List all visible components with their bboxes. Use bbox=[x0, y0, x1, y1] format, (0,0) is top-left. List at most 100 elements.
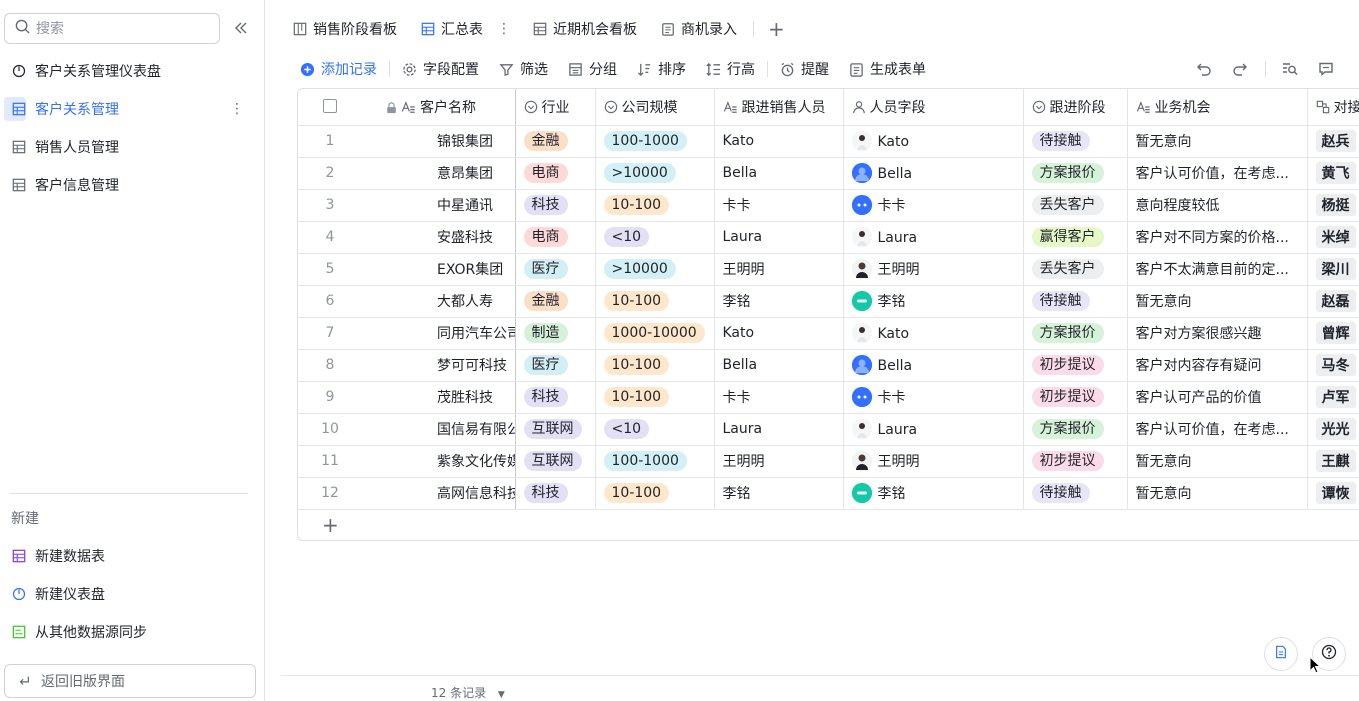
cell-opportunity[interactable]: 暂无意向 bbox=[1127, 125, 1308, 158]
cell-contact[interactable]: 谭恢 bbox=[1307, 477, 1359, 510]
column-header-industry[interactable]: 行业 bbox=[515, 89, 596, 126]
cell-industry[interactable]: 互联网 bbox=[515, 413, 596, 446]
cell-person-field[interactable]: Kato bbox=[843, 317, 1024, 350]
cell-company-size[interactable]: <10 bbox=[595, 413, 715, 446]
cell-contact[interactable]: 梁川 bbox=[1307, 253, 1359, 286]
cell-customer-name[interactable]: 同用汽车公司 bbox=[362, 317, 516, 350]
column-header-name[interactable]: 客户名称 bbox=[362, 89, 516, 126]
cell-stage[interactable]: 丢失客户 bbox=[1023, 253, 1128, 286]
cell-contact[interactable]: 马冬 bbox=[1307, 349, 1359, 382]
document-button[interactable] bbox=[1264, 637, 1298, 671]
column-header-contact[interactable]: 对接 bbox=[1307, 89, 1359, 126]
cell-customer-name[interactable]: 茂胜科技 bbox=[362, 381, 516, 414]
table-row[interactable]: 11 紫象文化传媒 互联网 100-1000 王明明 王明明 初步提议 暂无意向 王麒 bbox=[298, 445, 1359, 478]
cell-opportunity[interactable]: 客户认可价值，在考虑... bbox=[1127, 157, 1308, 190]
cell-company-size[interactable]: 1000-10000 bbox=[595, 317, 715, 350]
cell-person-field[interactable]: 卡卡 bbox=[843, 189, 1024, 222]
cell-company-size[interactable]: 10-100 bbox=[595, 285, 715, 318]
cell-customer-name[interactable]: 安盛科技 bbox=[362, 221, 516, 254]
column-header-opportunity[interactable]: 业务机会 bbox=[1127, 89, 1308, 126]
cell-sales-person[interactable]: 王明明 bbox=[714, 445, 844, 478]
cell-person-field[interactable]: Kato bbox=[843, 125, 1024, 158]
tab-summary-table[interactable]: 汇总表 bbox=[409, 10, 495, 48]
search-input[interactable] bbox=[36, 20, 196, 37]
redo-icon[interactable] bbox=[1232, 52, 1248, 86]
add-view-icon[interactable]: + bbox=[758, 17, 795, 41]
cell-company-size[interactable]: 10-100 bbox=[595, 381, 715, 414]
cell-contact[interactable]: 赵兵 bbox=[1307, 125, 1359, 158]
cell-customer-name[interactable]: 意昂集团 bbox=[362, 157, 516, 190]
cell-contact[interactable]: 光光 bbox=[1307, 413, 1359, 446]
cell-customer-name[interactable]: 梦可可科技 bbox=[362, 349, 516, 382]
cell-industry[interactable]: 医疗 bbox=[515, 349, 596, 382]
table-row[interactable]: 5 EXOR集团 医疗 >10000 王明明 王明明 丢失客户 客户不太满意目前的定... 梁川 bbox=[298, 253, 1359, 286]
cell-sales-person[interactable]: 卡卡 bbox=[714, 381, 844, 414]
cell-sales-person[interactable]: Bella bbox=[714, 349, 844, 382]
column-header-sales[interactable]: 跟进销售人员 bbox=[714, 89, 844, 126]
table-row[interactable]: 3 中星通讯 科技 10-100 卡卡 卡卡 丢失客户 意向程度较低 杨挺 bbox=[298, 189, 1359, 222]
new-table-button[interactable]: 新建数据表 bbox=[0, 538, 258, 574]
cell-stage[interactable]: 丢失客户 bbox=[1023, 189, 1128, 222]
cell-opportunity[interactable]: 客户认可价值，在考虑... bbox=[1127, 413, 1308, 446]
cell-stage[interactable]: 方案报价 bbox=[1023, 157, 1128, 190]
cell-industry[interactable]: 医疗 bbox=[515, 253, 596, 286]
table-row[interactable]: 2 意昂集团 电商 >10000 Bella Bella 方案报价 客户认可价值，在考虑...… bbox=[298, 157, 1359, 190]
search-records-icon[interactable] bbox=[1282, 52, 1298, 86]
cell-industry[interactable]: 科技 bbox=[515, 477, 596, 510]
cell-customer-name[interactable]: 中星通讯 bbox=[362, 189, 516, 222]
cell-sales-person[interactable]: Kato bbox=[714, 317, 844, 350]
cell-sales-person[interactable]: Laura bbox=[714, 413, 844, 446]
collapse-sidebar-icon[interactable] bbox=[233, 20, 251, 38]
cell-sales-person[interactable]: 李铭 bbox=[714, 285, 844, 318]
cell-industry[interactable]: 电商 bbox=[515, 157, 596, 190]
comment-icon[interactable] bbox=[1318, 52, 1334, 86]
cell-opportunity[interactable]: 客户对不同方案的价格... bbox=[1127, 221, 1308, 254]
cell-sales-person[interactable]: Kato bbox=[714, 125, 844, 158]
filter-button[interactable]: 筛选 bbox=[489, 54, 558, 84]
add-row-button[interactable]: + bbox=[298, 509, 1359, 540]
cell-stage[interactable]: 初步提议 bbox=[1023, 349, 1128, 382]
tab-sales-stage-board[interactable]: 销售阶段看板 bbox=[281, 10, 409, 48]
cell-opportunity[interactable]: 暂无意向 bbox=[1127, 445, 1308, 478]
tab-recent-opportunities[interactable]: 近期机会看板 bbox=[521, 10, 649, 48]
cell-industry[interactable]: 科技 bbox=[515, 381, 596, 414]
cell-stage[interactable]: 方案报价 bbox=[1023, 317, 1128, 350]
group-button[interactable]: 分组 bbox=[558, 54, 627, 84]
cell-stage[interactable]: 待接触 bbox=[1023, 285, 1128, 318]
column-header-stage[interactable]: 跟进阶段 bbox=[1023, 89, 1128, 126]
cell-stage[interactable]: 赢得客户 bbox=[1023, 221, 1128, 254]
table-row[interactable]: 10 国信易有限公司互联网 <10 Laura Laura 方案报价 客户认可价值，在考虑.… bbox=[298, 413, 1359, 446]
sync-datasource-button[interactable]: 从其他数据源同步 bbox=[0, 614, 258, 650]
cell-stage[interactable]: 初步提议 bbox=[1023, 445, 1128, 478]
new-dashboard-button[interactable]: 新建仪表盘 bbox=[0, 576, 258, 612]
cell-company-size[interactable]: 10-100 bbox=[595, 477, 715, 510]
cell-opportunity[interactable]: 客户对方案很感兴趣 bbox=[1127, 317, 1308, 350]
cell-person-field[interactable]: 王明明 bbox=[843, 253, 1024, 286]
cell-opportunity[interactable]: 暂无意向 bbox=[1127, 285, 1308, 318]
cell-person-field[interactable]: 李铭 bbox=[843, 285, 1024, 318]
cell-company-size[interactable]: >10000 bbox=[595, 157, 715, 190]
table-row[interactable]: 7 同用汽车公司 制造 1000-10000 Kato Kato 方案报价 客户对方案很感兴趣… bbox=[298, 317, 1359, 350]
cell-industry[interactable]: 金融 bbox=[515, 285, 596, 318]
cell-person-field[interactable]: 卡卡 bbox=[843, 381, 1024, 414]
cell-sales-person[interactable]: 卡卡 bbox=[714, 189, 844, 222]
cell-industry[interactable]: 科技 bbox=[515, 189, 596, 222]
cell-industry[interactable]: 金融 bbox=[515, 125, 596, 158]
cell-company-size[interactable]: 10-100 bbox=[595, 189, 715, 222]
cell-opportunity[interactable]: 暂无意向 bbox=[1127, 477, 1308, 510]
cell-industry[interactable]: 电商 bbox=[515, 221, 596, 254]
cell-opportunity[interactable]: 客户认可产品的价值 bbox=[1127, 381, 1308, 414]
more-options-icon[interactable]: ⋮ bbox=[230, 101, 244, 117]
table-row[interactable]: 9 茂胜科技 科技 10-100 卡卡 卡卡 初步提议 客户认可产品的价值 卢军 bbox=[298, 381, 1359, 414]
column-header-size[interactable]: 公司规模 bbox=[595, 89, 715, 126]
sidebar-item-dashboard[interactable]: 客户关系管理仪表盘 bbox=[0, 53, 258, 89]
cell-customer-name[interactable]: 国信易有限公司 bbox=[362, 413, 516, 446]
sort-button[interactable]: 排序 bbox=[627, 54, 696, 84]
record-count[interactable]: 12 条记录 ▼ bbox=[431, 684, 505, 701]
cell-person-field[interactable]: Bella bbox=[843, 157, 1024, 190]
generate-form-button[interactable]: 生成表单 bbox=[839, 54, 936, 84]
cell-customer-name[interactable]: 大都人寿 bbox=[362, 285, 516, 318]
cell-customer-name[interactable]: 锦银集团 bbox=[362, 125, 516, 158]
cell-customer-name[interactable]: 紫象文化传媒 bbox=[362, 445, 516, 478]
cell-company-size[interactable]: <10 bbox=[595, 221, 715, 254]
